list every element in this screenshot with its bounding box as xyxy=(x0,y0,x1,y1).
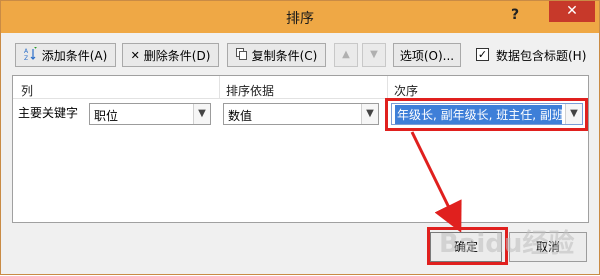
sort-dialog: 排序 ? ✕ AZ 添加条件(A) ✕ 删除条件(D) 复制条件(C) ▲ ▼ … xyxy=(0,0,600,275)
ok-highlight-box xyxy=(427,227,508,265)
cancel-button[interactable]: 取消 xyxy=(509,232,587,262)
